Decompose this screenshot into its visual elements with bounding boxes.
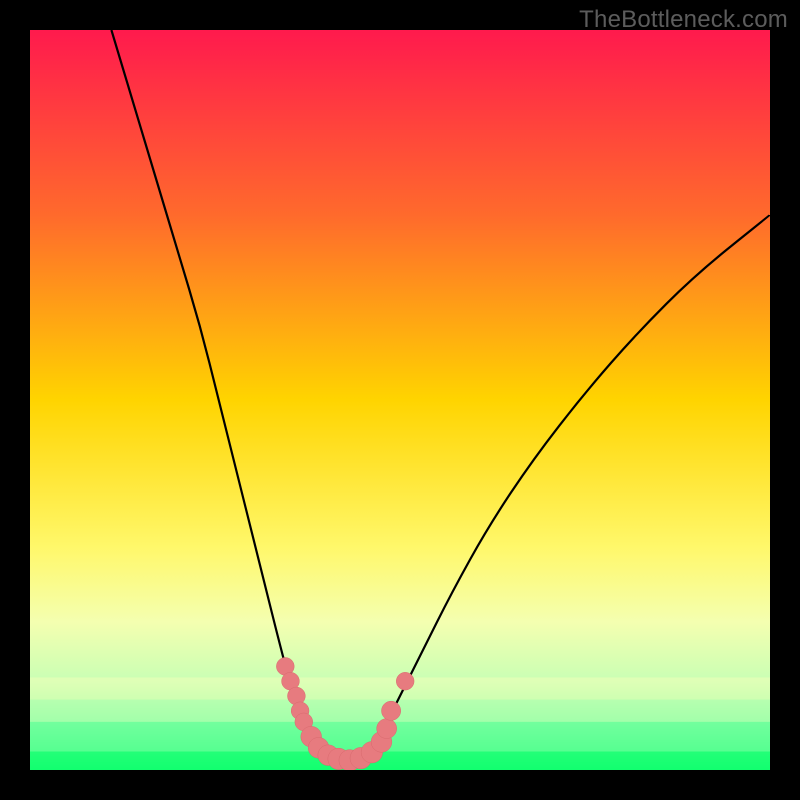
data-marker [382, 701, 401, 720]
data-marker [377, 719, 397, 739]
bottom-band [30, 678, 770, 771]
data-marker [396, 672, 414, 690]
plot-svg [30, 30, 770, 770]
watermark-text: TheBottleneck.com [579, 6, 788, 34]
plot-area [30, 30, 770, 770]
gradient-background [30, 30, 770, 770]
chart-stage: TheBottleneck.com [0, 0, 800, 800]
